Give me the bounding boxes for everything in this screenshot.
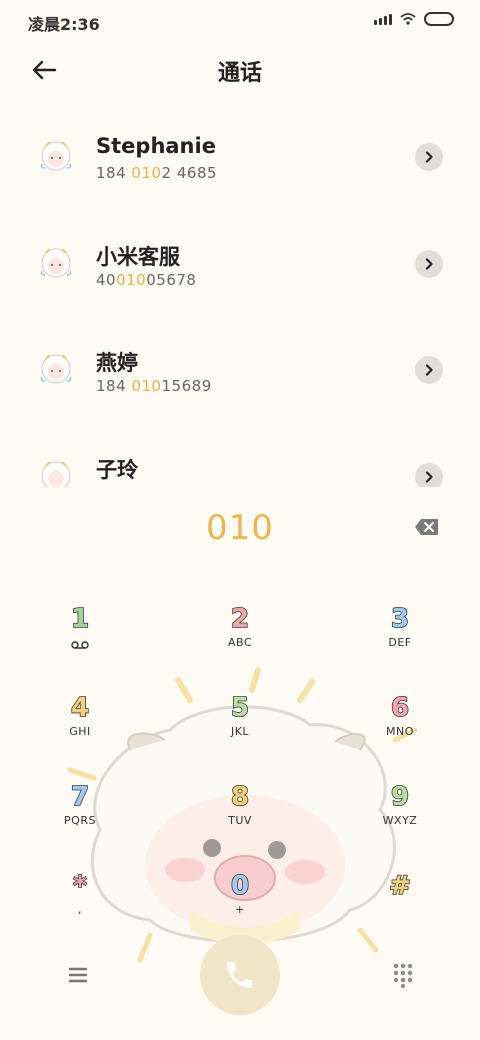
key-2[interactable]: 2 ABC <box>190 603 290 676</box>
key-digit: 7 <box>70 781 90 813</box>
contact-name: 小米客服 <box>96 245 180 269</box>
phone-icon <box>227 962 253 988</box>
status-bar: 凌晨2:36 <box>0 0 480 40</box>
contact-number: 4001005678 <box>96 271 197 289</box>
avatar <box>40 354 72 384</box>
dialpad-icon[interactable] <box>390 962 416 988</box>
key-letters: JKL <box>230 725 250 738</box>
key-letters: + <box>235 903 245 916</box>
contact-name: 燕婷 <box>96 351 138 375</box>
status-icons <box>374 12 454 26</box>
signal-icon <box>374 13 392 25</box>
hotspot-icon <box>400 13 416 25</box>
key-7[interactable]: 7 PQRS <box>30 781 130 854</box>
key-digit: 9 <box>390 781 410 813</box>
chevron-right-icon <box>425 471 433 483</box>
key-digit: # <box>388 870 411 902</box>
contact-detail-button[interactable] <box>415 356 443 384</box>
key-digit: * <box>72 870 87 902</box>
contact-detail-button[interactable] <box>415 250 443 278</box>
status-time: 凌晨2:36 <box>28 15 100 34</box>
key-8[interactable]: 8 TUV <box>190 781 290 854</box>
contact-row[interactable]: 子玲 <box>0 432 480 487</box>
key-letters: , <box>78 903 82 916</box>
key-letters: MNO <box>386 725 414 738</box>
key-star[interactable]: * , <box>30 870 130 943</box>
key-9[interactable]: 9 WXYZ <box>350 781 450 854</box>
key-digit: 5 <box>230 692 250 724</box>
key-6[interactable]: 6 MNO <box>350 692 450 765</box>
contact-row[interactable]: Stephanie 184 0102 4685 <box>0 112 480 212</box>
contact-row[interactable]: 燕婷 184 01015689 <box>0 325 480 425</box>
key-0[interactable]: 0 + <box>190 870 290 943</box>
contact-row[interactable]: 小米客服 4001005678 <box>0 219 480 319</box>
key-5[interactable]: 5 JKL <box>190 692 290 765</box>
key-digit: 2 <box>230 603 250 635</box>
key-hash[interactable]: # <box>350 870 450 943</box>
key-digit: 8 <box>230 781 250 813</box>
key-letters: TUV <box>228 814 252 827</box>
contact-number: 184 0102 4685 <box>96 164 218 182</box>
menu-icon[interactable] <box>64 962 92 988</box>
contact-name: 子玲 <box>96 458 138 482</box>
contact-list: Stephanie 184 0102 4685 小米客服 4001005678 … <box>0 112 480 487</box>
key-letters: DEF <box>388 636 412 649</box>
page-title: 通话 <box>217 61 262 86</box>
chevron-right-icon <box>425 151 433 163</box>
key-letters: PQRS <box>64 814 96 827</box>
avatar <box>41 461 71 487</box>
dialed-number: 010 <box>206 508 274 548</box>
voicemail-icon <box>71 641 89 649</box>
key-letters: ABC <box>227 636 253 649</box>
key-digit: 0 <box>230 870 250 902</box>
contact-number: 184 01015689 <box>96 377 212 395</box>
avatar <box>40 248 72 278</box>
battery-icon <box>424 12 454 26</box>
chevron-right-icon <box>425 364 433 376</box>
avatar <box>40 141 72 171</box>
key-digit: 4 <box>70 692 90 724</box>
key-letters: GHI <box>69 725 91 738</box>
key-digit: 1 <box>70 603 90 635</box>
contact-detail-button[interactable] <box>415 143 443 171</box>
key-3[interactable]: 3 DEF <box>350 603 450 676</box>
key-1[interactable]: 1 <box>30 603 130 676</box>
key-digit: 6 <box>390 692 410 724</box>
key-4[interactable]: 4 GHI <box>30 692 130 765</box>
call-button[interactable] <box>200 935 280 1015</box>
contact-name: Stephanie <box>96 134 216 158</box>
backspace-icon[interactable] <box>414 517 440 537</box>
chevron-right-icon <box>425 258 433 270</box>
key-letters: WXYZ <box>382 814 418 827</box>
contact-detail-button[interactable] <box>415 463 443 487</box>
key-digit: 3 <box>390 603 410 635</box>
